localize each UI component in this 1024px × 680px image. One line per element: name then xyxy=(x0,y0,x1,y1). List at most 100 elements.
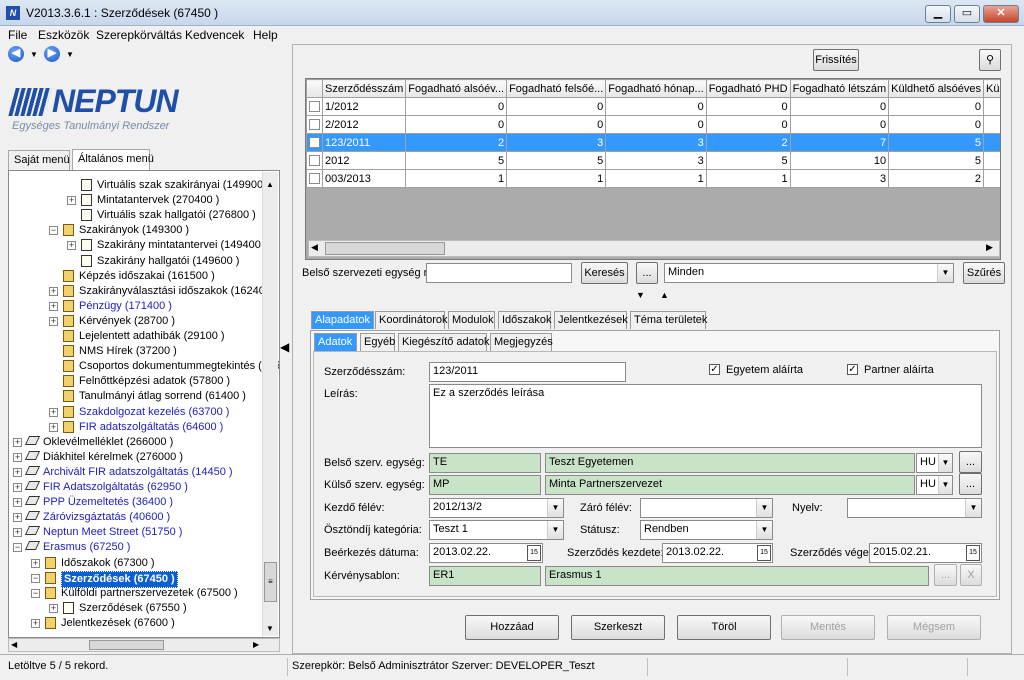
menu-eszkozok[interactable]: Eszközök xyxy=(38,28,89,42)
table-row[interactable]: 2012 5 5 3 5 10 5 xyxy=(306,151,1000,170)
expand-icon[interactable]: + xyxy=(31,618,40,628)
tree-item[interactable]: + Szerződések (67550 ) xyxy=(9,601,263,616)
expand-icon[interactable]: + xyxy=(49,603,58,613)
arrival-date-field[interactable]: 2013.02.22. 15 xyxy=(429,543,543,563)
tree-scroll-thumb[interactable]: ≡ xyxy=(264,562,277,602)
row-checkbox[interactable] xyxy=(309,137,320,149)
arrow-left-icon[interactable]: ◀ xyxy=(8,46,24,62)
panel-splitter[interactable]: ◀ xyxy=(280,330,290,370)
chevron-down-icon[interactable]: ▼ xyxy=(938,476,952,494)
column-header[interactable]: Fogadható létszám xyxy=(789,79,890,98)
forward-dropdown-icon[interactable]: ▼ xyxy=(66,50,74,59)
tree-item[interactable]: Virtuális szak hallgatói (276800 ) xyxy=(9,208,263,223)
expand-icon[interactable]: + xyxy=(13,483,22,492)
row-checkbox[interactable] xyxy=(309,173,320,185)
tree-item[interactable]: Tanulmányi átlag sorrend (61400 ) xyxy=(9,389,263,404)
expand-icon[interactable]: + xyxy=(13,467,22,477)
search-input[interactable] xyxy=(426,263,572,283)
tree-item[interactable]: Csoportos dokumentummegtekintés (46500 ) xyxy=(9,359,279,374)
filter-button[interactable]: Szűrés xyxy=(963,262,1005,284)
column-header[interactable]: Fogadható alsóév... xyxy=(405,79,508,98)
tab-kiegeszito-adatok[interactable]: Kiegészítő adatok xyxy=(398,333,489,351)
contract-start-field[interactable]: 2013.02.22. 15 xyxy=(662,543,773,563)
tree-item[interactable]: + Szakirányválasztási időszakok (162400 ) xyxy=(9,284,278,299)
tree-horizontal-scrollbar[interactable]: ◀ ▶ xyxy=(8,638,280,652)
row-checkbox[interactable] xyxy=(309,119,320,131)
search-dots-button[interactable]: ... xyxy=(636,262,658,284)
menu-kedvencek[interactable]: Kedvencek xyxy=(185,28,244,42)
add-button[interactable]: Hozzáad xyxy=(465,615,559,640)
tree-item[interactable]: + Mintatantervek (270400 ) xyxy=(9,193,263,208)
tree-scrollbar[interactable]: ▲ ≡ ▼ xyxy=(262,172,278,636)
grid-hscroll-thumb[interactable] xyxy=(325,242,445,255)
maximize-button[interactable]: ▭ xyxy=(954,5,980,23)
tree-item[interactable]: + FIR Adatszolgáltatás (62950 ) xyxy=(9,480,263,495)
table-row[interactable]: 123/2011 2 3 3 2 7 5 xyxy=(306,133,1000,152)
tree-hscroll-thumb[interactable] xyxy=(89,640,164,650)
menu-szerepkorvaltas[interactable]: Szerepkörváltás xyxy=(96,28,182,42)
delete-button[interactable]: Töröl xyxy=(677,615,771,640)
collapse-icon[interactable]: − xyxy=(49,226,58,236)
row-checkbox[interactable] xyxy=(309,155,320,167)
expand-icon[interactable]: + xyxy=(13,437,22,447)
pin-icon[interactable]: ⚲ xyxy=(979,49,1001,71)
column-header[interactable]: Fogadható PHD xyxy=(705,79,791,98)
internal-unit-dots-button[interactable]: ... xyxy=(959,451,982,473)
edit-button[interactable]: Szerkeszt xyxy=(571,615,665,640)
tree-item[interactable]: + Szakdolgozat kezelés (63700 ) xyxy=(9,405,263,420)
tree-item[interactable]: + Neptun Meet Street (51750 ) xyxy=(9,525,263,540)
template-dots-button[interactable]: ... xyxy=(934,564,957,586)
search-button[interactable]: Keresés xyxy=(581,262,628,284)
tree-item[interactable]: + Időszakok (67300 ) xyxy=(9,556,263,571)
tab-adatok[interactable]: Adatok xyxy=(314,333,357,351)
filter-select[interactable]: Minden ▼ xyxy=(664,263,954,283)
chevron-down-icon[interactable]: ▼ xyxy=(938,454,952,472)
tree-item[interactable]: − Szerződések (67450 ) xyxy=(9,570,263,588)
tab-jelentkezesek[interactable]: Jelentkezések xyxy=(554,311,628,329)
template-code[interactable]: ER1 xyxy=(429,566,541,586)
tree-item[interactable]: − Erasmus (67250 ) xyxy=(9,540,263,555)
expand-icon[interactable]: + xyxy=(49,407,58,417)
chevron-down-icon[interactable]: ▼ xyxy=(756,499,772,517)
tree-item[interactable]: + Jelentkezések (67600 ) xyxy=(9,616,263,631)
chevron-down-icon[interactable]: ▼ xyxy=(937,264,953,282)
menu-help[interactable]: Help xyxy=(253,28,278,42)
expand-icon[interactable]: + xyxy=(13,528,22,538)
tree-item[interactable]: Lejelentett adathibák (29100 ) xyxy=(9,329,263,344)
tree-item[interactable]: Virtuális szak szakirányai (149900 ) xyxy=(9,178,270,193)
tree-item[interactable]: + Pénzügy (171400 ) xyxy=(9,299,263,314)
tab-koordinatorok[interactable]: Koordinátorok xyxy=(375,311,448,329)
cancel-button[interactable]: Mégsem xyxy=(887,615,981,640)
table-row[interactable]: 1/2012 0 0 0 0 0 0 xyxy=(306,97,1000,116)
calendar-icon[interactable]: 15 xyxy=(966,545,980,561)
column-header[interactable]: Küldhető alsóéves xyxy=(888,79,985,98)
collapse-icon[interactable]: − xyxy=(31,588,40,598)
tree-item[interactable]: + Szakirány mintatantervei (149400 ) xyxy=(9,238,268,253)
status-select[interactable]: Rendben ▼ xyxy=(640,520,773,540)
expand-icon[interactable]: + xyxy=(49,301,58,311)
chevron-down-icon[interactable]: ▼ xyxy=(547,499,563,517)
column-header[interactable]: Fogadható hónap... xyxy=(605,79,707,98)
tree-item[interactable]: Felnőttképzési adatok (57800 ) xyxy=(9,374,263,389)
internal-unit-code[interactable]: TE xyxy=(429,453,541,473)
internal-unit-lang[interactable]: HU ▼ xyxy=(916,453,953,473)
tree-item[interactable]: Képzés időszakai (161500 ) xyxy=(9,269,263,284)
tree-item[interactable]: + Kérvények (28700 ) xyxy=(9,314,263,329)
tree-item[interactable]: + FIR adatszolgáltatás (64600 ) xyxy=(9,420,263,435)
row-checkbox-cell[interactable] xyxy=(306,115,323,134)
expand-icon[interactable]: + xyxy=(67,196,76,206)
tree-item[interactable]: + PPP Üzemeltetés (36400 ) xyxy=(9,495,263,510)
back-dropdown-icon[interactable]: ▼ xyxy=(30,50,38,59)
row-checkbox-cell[interactable] xyxy=(306,133,323,152)
chevron-down-icon[interactable]: ▼ xyxy=(547,521,563,539)
expand-icon[interactable]: + xyxy=(31,558,40,568)
column-header[interactable]: Fogadható felsőé... xyxy=(506,79,607,98)
minimize-button[interactable]: ▁ xyxy=(925,5,951,23)
expand-icon[interactable]: + xyxy=(67,241,76,251)
calendar-icon[interactable]: 15 xyxy=(527,545,541,561)
row-checkbox-cell[interactable] xyxy=(306,151,323,170)
select-all-header[interactable] xyxy=(306,79,323,98)
column-header[interactable]: Kü xyxy=(983,79,1000,98)
external-unit-lang[interactable]: HU ▼ xyxy=(916,475,953,495)
tree-item[interactable]: + Oklevélmelléklet (266000 ) xyxy=(9,435,263,450)
